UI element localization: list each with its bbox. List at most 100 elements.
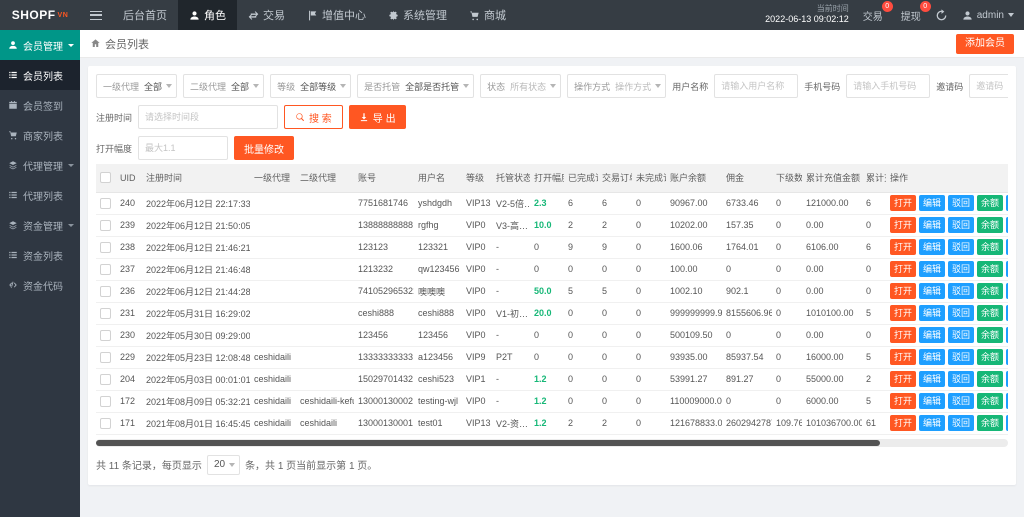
sidebar-item-member-mgmt[interactable]: 会员管理	[0, 30, 80, 60]
reject-button[interactable]: 驳回	[948, 415, 974, 431]
operate-button[interactable]: 操作	[1006, 283, 1008, 299]
open-button[interactable]: 打开	[890, 217, 916, 233]
edit-button[interactable]: 编辑	[919, 393, 945, 409]
reject-button[interactable]: 驳回	[948, 393, 974, 409]
row-checkbox[interactable]	[100, 220, 111, 231]
nav-home[interactable]: 后台首页	[112, 0, 178, 30]
operate-button[interactable]: 操作	[1006, 261, 1008, 277]
edit-button[interactable]: 编辑	[919, 349, 945, 365]
reject-button[interactable]: 驳回	[948, 283, 974, 299]
export-button[interactable]: 导 出	[349, 105, 406, 129]
row-checkbox[interactable]	[100, 418, 111, 429]
reject-button[interactable]: 驳回	[948, 261, 974, 277]
sidebar-item-merchant-list[interactable]: 商家列表	[0, 120, 80, 150]
reject-button[interactable]: 驳回	[948, 195, 974, 211]
open-button[interactable]: 打开	[890, 393, 916, 409]
operate-button[interactable]: 操作	[1006, 239, 1008, 255]
reject-button[interactable]: 驳回	[948, 371, 974, 387]
balance-button[interactable]: 余额	[977, 305, 1003, 321]
row-checkbox[interactable]	[100, 374, 111, 385]
nav-value-center[interactable]: 增值中心	[296, 0, 377, 30]
edit-button[interactable]: 编辑	[919, 305, 945, 321]
open-button[interactable]: 打开	[890, 195, 916, 211]
status-select[interactable]: 状态所有状态	[480, 74, 561, 98]
operate-button[interactable]: 操作	[1006, 195, 1008, 211]
operation-select[interactable]: 操作方式操作方式	[567, 74, 666, 98]
level-select[interactable]: 等级全部等级	[270, 74, 351, 98]
balance-button[interactable]: 余额	[977, 371, 1003, 387]
balance-button[interactable]: 余额	[977, 349, 1003, 365]
operate-button[interactable]: 操作	[1006, 305, 1008, 321]
select-all-checkbox[interactable]	[100, 172, 111, 183]
operate-button[interactable]: 操作	[1006, 349, 1008, 365]
sidebar-item-agent-mgmt[interactable]: 代理管理	[0, 150, 80, 180]
operate-button[interactable]: 操作	[1006, 371, 1008, 387]
edit-button[interactable]: 编辑	[919, 415, 945, 431]
reject-button[interactable]: 驳回	[948, 239, 974, 255]
reject-button[interactable]: 驳回	[948, 327, 974, 343]
row-checkbox[interactable]	[100, 242, 111, 253]
operate-button[interactable]: 操作	[1006, 393, 1008, 409]
page-size-select[interactable]: 20	[207, 455, 240, 475]
sidebar-item-fund-mgmt[interactable]: 资金管理	[0, 210, 80, 240]
agent2-select[interactable]: 二级代理全部	[183, 74, 264, 98]
operate-button[interactable]: 操作	[1006, 415, 1008, 431]
agent1-select[interactable]: 一级代理全部	[96, 74, 177, 98]
row-checkbox[interactable]	[100, 198, 111, 209]
nav-system[interactable]: 系统管理	[377, 0, 458, 30]
open-button[interactable]: 打开	[890, 371, 916, 387]
operate-button[interactable]: 操作	[1006, 217, 1008, 233]
register-time-input[interactable]	[138, 105, 278, 129]
search-button[interactable]: 搜 索	[284, 105, 343, 129]
row-checkbox[interactable]	[100, 352, 111, 363]
row-checkbox[interactable]	[100, 264, 111, 275]
row-checkbox[interactable]	[100, 286, 111, 297]
open-range-input[interactable]	[138, 136, 228, 160]
bulk-edit-button[interactable]: 批量修改	[234, 136, 294, 160]
nav-role[interactable]: 角色	[178, 0, 237, 30]
edit-button[interactable]: 编辑	[919, 217, 945, 233]
username-input[interactable]	[714, 74, 798, 98]
balance-button[interactable]: 余额	[977, 327, 1003, 343]
nav-mall[interactable]: 商城	[458, 0, 517, 30]
menu-toggle-icon[interactable]	[80, 0, 112, 30]
sidebar-item-member-signin[interactable]: 会员签到	[0, 90, 80, 120]
nav-trade[interactable]: 交易	[237, 0, 296, 30]
edit-button[interactable]: 编辑	[919, 239, 945, 255]
balance-button[interactable]: 余额	[977, 415, 1003, 431]
open-button[interactable]: 打开	[890, 305, 916, 321]
edit-button[interactable]: 编辑	[919, 283, 945, 299]
row-checkbox[interactable]	[100, 308, 111, 319]
open-button[interactable]: 打开	[890, 327, 916, 343]
reject-button[interactable]: 驳回	[948, 217, 974, 233]
balance-button[interactable]: 余额	[977, 217, 1003, 233]
user-menu[interactable]: admin	[962, 10, 1014, 21]
trusteeship-select[interactable]: 是否托管全部是否托管	[357, 74, 474, 98]
row-checkbox[interactable]	[100, 396, 111, 407]
edit-button[interactable]: 编辑	[919, 327, 945, 343]
row-checkbox[interactable]	[100, 330, 111, 341]
horizontal-scrollbar[interactable]	[96, 439, 1008, 447]
open-button[interactable]: 打开	[890, 349, 916, 365]
operate-button[interactable]: 操作	[1006, 327, 1008, 343]
phone-input[interactable]	[846, 74, 930, 98]
open-button[interactable]: 打开	[890, 415, 916, 431]
sidebar-item-agent-list[interactable]: 代理列表	[0, 180, 80, 210]
withdraw-notice[interactable]: 提现0	[901, 8, 921, 23]
balance-button[interactable]: 余额	[977, 239, 1003, 255]
reject-button[interactable]: 驳回	[948, 305, 974, 321]
edit-button[interactable]: 编辑	[919, 261, 945, 277]
sidebar-item-fund-code[interactable]: 资金代码	[0, 270, 80, 300]
balance-button[interactable]: 余额	[977, 393, 1003, 409]
open-button[interactable]: 打开	[890, 239, 916, 255]
open-button[interactable]: 打开	[890, 283, 916, 299]
sidebar-item-member-list[interactable]: 会员列表	[0, 60, 80, 90]
reject-button[interactable]: 驳回	[948, 349, 974, 365]
balance-button[interactable]: 余额	[977, 195, 1003, 211]
open-button[interactable]: 打开	[890, 261, 916, 277]
add-member-button[interactable]: 添加会员	[956, 34, 1014, 54]
edit-button[interactable]: 编辑	[919, 371, 945, 387]
sidebar-item-fund-list[interactable]: 资金列表	[0, 240, 80, 270]
edit-button[interactable]: 编辑	[919, 195, 945, 211]
balance-button[interactable]: 余额	[977, 283, 1003, 299]
